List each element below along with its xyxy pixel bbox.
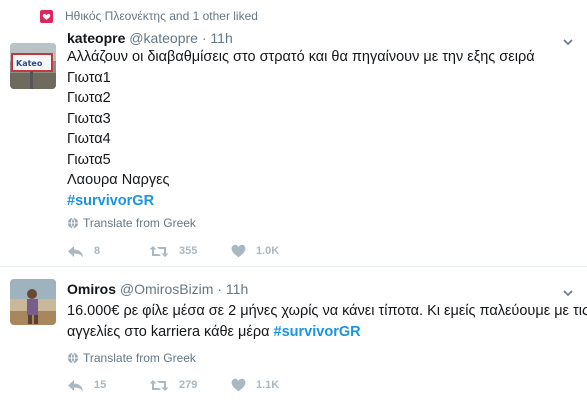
retweet-icon [149,245,169,257]
tweet-line: Γιωτα2 [67,90,111,106]
retweet-count: 355 [179,245,198,257]
tweet-line: Γιωτα5 [67,151,111,168]
reply-icon [68,379,83,391]
avatar[interactable] [10,279,56,325]
display-name[interactable]: kateopre [67,30,125,46]
tweet-line-text: αγγελίες στο karriera κάθε μέρα [67,323,274,340]
globe-icon [67,352,79,364]
retweet-button[interactable]: 355 [149,245,231,258]
user-handle[interactable]: @kateopre [129,30,198,46]
tweet-line: Γιωτα3 [67,110,111,127]
tweet-text: 16.000€ ρε φίλε μέσα σε 2 μήνες χωρίς να… [67,301,587,343]
like-count: 1.1K [256,379,280,391]
tweet-actions: 8 355 1.0K [67,244,311,258]
tweet-line: Γιωτα1 [67,69,111,86]
tweet-header: kateopre @kateopre · 11h [67,30,233,46]
tweet-line: 16.000€ ρε φίλε μέσα σε 2 μήνες χωρίς να… [67,303,587,319]
hashtag-link[interactable]: #survivorGR [274,324,361,340]
tweet-line: Αλλάζουν οι διαβαθμίσεις στο στρατό και … [67,49,535,65]
translate-label: Translate from Greek [83,351,196,365]
chevron-down-icon[interactable] [563,34,573,46]
like-button[interactable]: 1.0K [231,244,311,258]
like-icon [231,378,246,392]
reply-count: 15 [94,379,107,391]
tweet-line: αγγελίες στο karriera κάθε μέρα #survivo… [67,322,572,343]
separator-dot: · [217,281,223,297]
tweet-line: Λαουρα Ναργες [67,172,170,188]
retweet-count: 279 [179,379,198,391]
tweet-actions: 15 279 1.1K [67,378,311,392]
avatar[interactable]: Kateo [10,43,56,89]
timestamp[interactable]: 11h [226,281,248,297]
user-handle[interactable]: @OmirosBizim [120,281,214,297]
reply-button[interactable]: 15 [67,379,149,392]
timestamp[interactable]: 11h [210,30,232,46]
separator-dot: · [201,30,207,46]
globe-icon [67,217,79,229]
retweet-button[interactable]: 279 [149,379,231,392]
like-count: 1.0K [256,245,280,257]
display-name[interactable]: Omiros [67,281,116,297]
retweet-icon [149,379,169,391]
like-button[interactable]: 1.1K [231,378,311,392]
like-icon [231,244,246,258]
reply-icon [68,245,83,257]
translate-link[interactable]: Translate from Greek [67,351,196,365]
tweet-header: Omiros @OmirosBizim · 11h [67,281,248,297]
tweet[interactable]: Kateo kateopre @kateopre · 11h Αλλάζουν … [0,0,587,267]
reply-count: 8 [94,245,101,257]
chevron-down-icon[interactable] [563,285,573,297]
translate-link[interactable]: Translate from Greek [67,216,196,230]
translate-label: Translate from Greek [83,216,196,230]
tweet-text: Αλλάζουν οι διαβαθμίσεις στο στρατό και … [67,47,572,211]
tweet[interactable]: Omiros @OmirosBizim · 11h 16.000€ ρε φίλ… [0,268,587,407]
hashtag-link[interactable]: #survivorGR [67,191,572,212]
reply-button[interactable]: 8 [67,245,149,258]
avatar-sign-text: Kateo [16,59,43,68]
tweet-line: Γιωτα4 [67,131,111,147]
